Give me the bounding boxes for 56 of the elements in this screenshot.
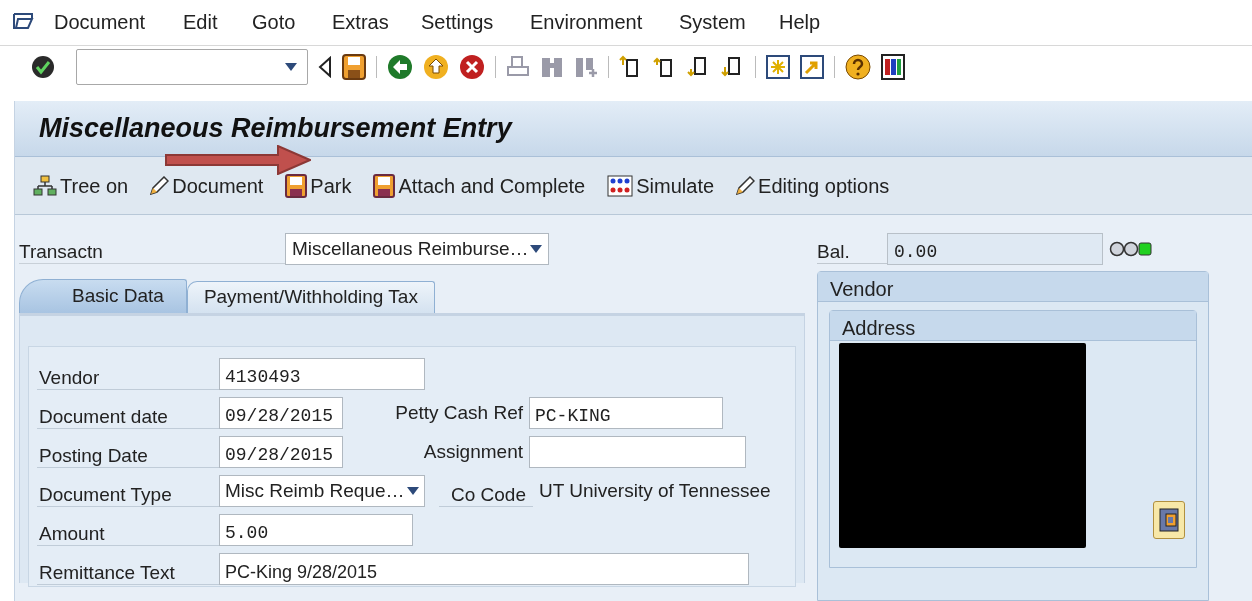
- pencil-icon: [736, 176, 756, 195]
- transaction-dropdown[interactable]: Miscellaneous Reimburse…: [285, 233, 549, 265]
- triangle-icon[interactable]: [318, 55, 332, 78]
- back-icon[interactable]: [387, 53, 413, 80]
- toolbar-button[interactable]: Document: [150, 175, 264, 196]
- save-icon: [285, 173, 308, 198]
- panel-title: Address: [830, 311, 1196, 341]
- panel-title: Vendor: [818, 272, 1208, 302]
- caret-icon: [285, 62, 297, 71]
- caret-icon: [407, 487, 419, 495]
- menu-item[interactable]: Help: [779, 7, 839, 38]
- input-field[interactable]: [529, 436, 746, 468]
- print-icon[interactable]: [506, 54, 530, 79]
- toolbar-button[interactable]: Park: [285, 173, 352, 198]
- save-icon[interactable]: [342, 53, 366, 80]
- tab[interactable]: Basic Data: [19, 279, 187, 313]
- company-code-text: UT University of Tennessee: [539, 478, 771, 503]
- menu-item[interactable]: System: [679, 7, 779, 38]
- toolbar-button[interactable]: Attach and Complete: [373, 173, 586, 198]
- help-icon[interactable]: [845, 53, 871, 80]
- new-window-icon[interactable]: [766, 54, 790, 79]
- field-label: Petty Cash Ref: [394, 400, 524, 425]
- tab[interactable]: Payment/Withholding Tax: [186, 281, 435, 313]
- menu-item[interactable]: Goto: [252, 7, 332, 38]
- balance-field: 0.00: [887, 233, 1103, 265]
- menu-item[interactable]: Extras: [332, 7, 421, 38]
- field-label: Co Code: [439, 475, 533, 507]
- layout-icon[interactable]: [881, 53, 905, 80]
- caret-icon: [530, 245, 542, 253]
- toolbar-button[interactable]: Simulate: [607, 174, 715, 197]
- input-field[interactable]: PC-King 9/28/2015: [219, 553, 749, 585]
- pencil-icon: [150, 176, 170, 195]
- address-button[interactable]: [1153, 501, 1185, 539]
- dots-grid-icon: [607, 174, 634, 197]
- input-field[interactable]: 5.00: [219, 514, 413, 546]
- menu-item[interactable]: Settings: [421, 7, 530, 38]
- enter-icon[interactable]: [30, 53, 56, 80]
- input-field[interactable]: PC-KING: [529, 397, 723, 429]
- hierarchy-icon: [33, 174, 57, 197]
- menu-item[interactable]: Edit: [183, 7, 252, 38]
- field-label: Assignment: [422, 439, 524, 464]
- command-field[interactable]: [76, 48, 308, 85]
- toolbar-button[interactable]: Tree on: [33, 174, 129, 197]
- cancel-icon[interactable]: [459, 53, 485, 80]
- toolbar-button[interactable]: Editing options: [736, 175, 890, 196]
- menu-item[interactable]: Document: [54, 7, 183, 38]
- save-icon: [373, 173, 396, 198]
- shortcut-icon[interactable]: [800, 54, 824, 79]
- address-icon: [1159, 508, 1179, 532]
- traffic-light-icon: [1109, 241, 1155, 257]
- input-field[interactable]: 4130493: [219, 358, 425, 390]
- input-field[interactable]: 09/28/2015: [219, 397, 343, 429]
- screen-title: Miscellaneous Reimbursement Entry: [39, 112, 512, 146]
- input-field[interactable]: 09/28/2015: [219, 436, 343, 468]
- menu-item[interactable]: Environment: [530, 7, 679, 38]
- document-type-dropdown[interactable]: Misc Reimb Reque…: [219, 475, 425, 507]
